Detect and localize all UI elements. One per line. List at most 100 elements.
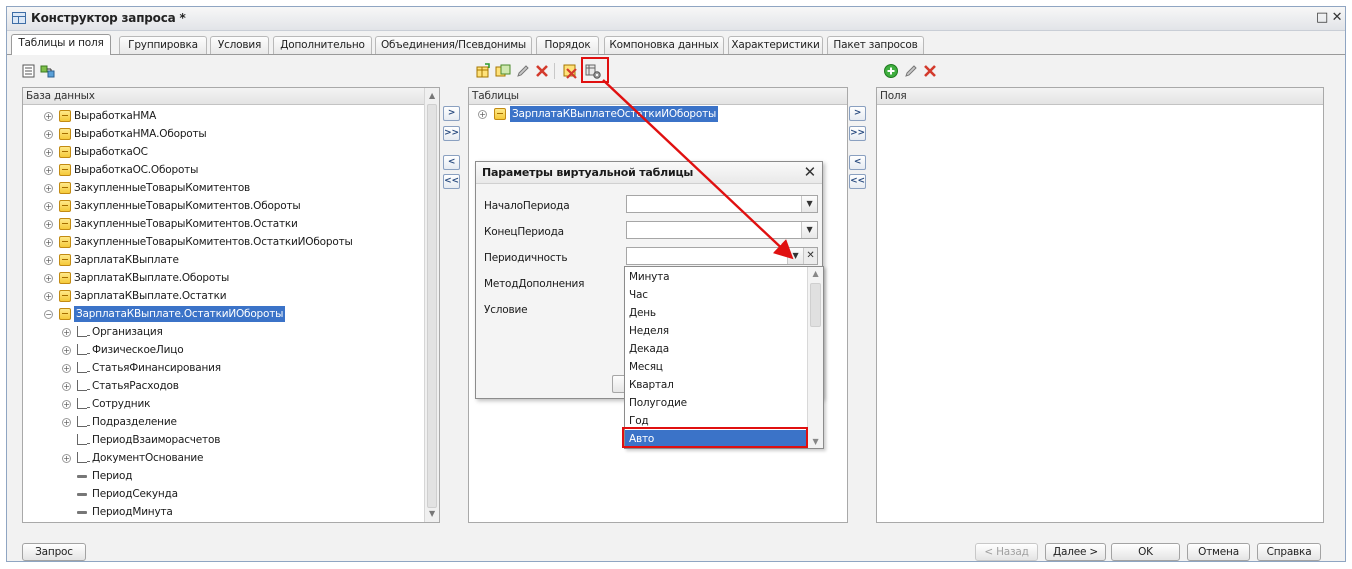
dropdown-option[interactable]: Полугодие [625, 394, 808, 412]
expand-icon[interactable]: + [62, 382, 71, 391]
table-row[interactable]: + ВыработкаНМА.Обороты [23, 125, 423, 143]
table-row[interactable]: + ЗакупленныеТоварыКомитентов.ОстаткиИОбо… [23, 233, 423, 251]
field-row[interactable]: + СтатьяРасходов [23, 377, 423, 395]
query-button[interactable]: Запрос [22, 543, 86, 561]
scroll-down-arrow[interactable]: ▼ [808, 437, 823, 446]
table-row[interactable]: + ЗакупленныеТоварыКомитентов [23, 179, 423, 197]
delete-icon[interactable] [534, 63, 550, 79]
dropdown-option[interactable]: Минута [625, 268, 808, 286]
field-row[interactable]: + ДокументОснование [23, 449, 423, 467]
delete-field-icon[interactable] [922, 63, 938, 79]
field-row[interactable]: + Подразделение [23, 413, 423, 431]
tab-tables-and-fields[interactable]: Таблицы и поля [11, 34, 111, 55]
scroll-down-arrow[interactable]: ▼ [425, 507, 439, 521]
expand-icon[interactable]: + [62, 346, 71, 355]
edit-field-pencil-icon[interactable] [903, 63, 919, 79]
periodicity-input[interactable]: ▼ ✕ [626, 247, 818, 265]
add-field-icon[interactable] [883, 63, 899, 79]
database-panel-scrollbar[interactable]: ▲ ▼ [424, 88, 439, 522]
fields-move-left-button[interactable]: < [849, 155, 866, 170]
tab-data-composition[interactable]: Компоновка данных [604, 36, 724, 54]
table-row[interactable]: + ЗарплатаКВыплате.Обороты [23, 269, 423, 287]
tab-query-batch[interactable]: Пакет запросов [827, 36, 924, 54]
table-row[interactable]: + ЗарплатаКВыплате [23, 251, 423, 269]
tab-unions-aliases[interactable]: Объединения/Псевдонимы [375, 36, 532, 54]
dialog-close-icon[interactable]: ✕ [804, 163, 817, 181]
table-row[interactable]: + ВыработкаНМА [23, 107, 423, 125]
collapse-icon[interactable]: − [44, 310, 53, 319]
tab-conditions[interactable]: Условия [210, 36, 269, 54]
expand-icon[interactable]: + [44, 112, 53, 121]
fields-move-all-right-button[interactable]: >> [849, 126, 866, 141]
refresh-tree-icon[interactable] [40, 63, 56, 79]
dropdown-option[interactable]: Год [625, 412, 808, 430]
move-right-button[interactable]: > [443, 106, 460, 121]
expand-icon[interactable]: + [44, 130, 53, 139]
dropdown-option[interactable]: Квартал [625, 376, 808, 394]
clear-icon[interactable]: ✕ [803, 248, 817, 264]
field-row[interactable]: + Организация [23, 323, 423, 341]
field-row[interactable]: Период [23, 467, 423, 485]
expand-icon[interactable]: + [44, 166, 53, 175]
field-row[interactable]: + ФизическоеЛицо [23, 341, 423, 359]
dropdown-option[interactable]: Месяц [625, 358, 808, 376]
expand-icon[interactable]: + [44, 148, 53, 157]
dropdown-option[interactable]: День [625, 304, 808, 322]
help-button[interactable]: Справка [1257, 543, 1321, 561]
dropdown-arrow-icon[interactable]: ▼ [801, 196, 817, 212]
maximize-button[interactable]: □ [1314, 10, 1330, 26]
edit-pencil-icon[interactable] [515, 63, 531, 79]
scroll-up-arrow[interactable]: ▲ [808, 269, 823, 278]
tab-characteristics[interactable]: Характеристики [728, 36, 823, 54]
field-row[interactable]: ПериодВзаиморасчетов [23, 431, 423, 449]
move-all-right-button[interactable]: >> [443, 126, 460, 141]
next-button[interactable]: Далее > [1045, 543, 1106, 561]
expand-icon[interactable]: + [62, 418, 71, 427]
field-row[interactable]: ПериодСекунда [23, 485, 423, 503]
dropdown-option[interactable]: Декада [625, 340, 808, 358]
expand-icon[interactable]: + [44, 256, 53, 265]
table-row[interactable]: + ЗакупленныеТоварыКомитентов.Обороты [23, 197, 423, 215]
move-left-button[interactable]: < [443, 155, 460, 170]
scroll-thumb[interactable] [810, 283, 821, 327]
back-button[interactable]: < Назад [975, 543, 1038, 561]
dropdown-arrow-icon[interactable]: ▼ [801, 222, 817, 238]
cancel-button[interactable]: Отмена [1187, 543, 1250, 561]
add-table-icon[interactable] [475, 63, 491, 79]
table-row[interactable]: − ЗарплатаКВыплате.ОстаткиИОбороты [23, 305, 423, 323]
expand-icon[interactable]: + [478, 110, 487, 119]
expand-icon[interactable]: + [62, 364, 71, 373]
scroll-up-arrow[interactable]: ▲ [425, 89, 439, 103]
table-row[interactable]: + ЗарплатаКВыплатеОстаткиИОбороты [469, 105, 829, 123]
expand-icon[interactable]: + [44, 202, 53, 211]
fields-move-all-left-button[interactable]: << [849, 174, 866, 189]
field-row[interactable]: ПериодМинута [23, 503, 423, 521]
dropdown-option[interactable]: Час [625, 286, 808, 304]
expand-icon[interactable]: + [62, 454, 71, 463]
tab-grouping[interactable]: Группировка [119, 36, 207, 54]
virtual-table-params-icon[interactable] [585, 63, 601, 79]
field-row[interactable]: + Сотрудник [23, 395, 423, 413]
dropdown-option[interactable]: Авто [625, 430, 808, 448]
expand-icon[interactable]: + [62, 328, 71, 337]
table-row[interactable]: + ВыработкаОС.Обороты [23, 161, 423, 179]
tab-advanced[interactable]: Дополнительно [273, 36, 372, 54]
expand-icon[interactable]: + [44, 184, 53, 193]
expand-icon[interactable]: + [44, 238, 53, 247]
period-start-input[interactable]: ▼ [626, 195, 818, 213]
expand-icon[interactable]: + [44, 292, 53, 301]
close-window-button[interactable]: ✕ [1329, 10, 1345, 26]
table-row[interactable]: + ЗарплатаКВыплате.Остатки [23, 287, 423, 305]
table-row[interactable]: + ЗакупленныеТоварыКомитентов.Остатки [23, 215, 423, 233]
dropdown-arrow-icon[interactable]: ▼ [787, 248, 803, 264]
fields-move-right-button[interactable]: > [849, 106, 866, 121]
copy-table-icon[interactable] [495, 63, 511, 79]
ok-button[interactable]: OK [1111, 543, 1180, 561]
delete-all-tables-icon[interactable] [562, 63, 578, 79]
expand-icon[interactable]: + [44, 274, 53, 283]
tab-order[interactable]: Порядок [536, 36, 599, 54]
expand-icon[interactable]: + [62, 400, 71, 409]
list-view-icon[interactable] [21, 63, 37, 79]
expand-icon[interactable]: + [44, 220, 53, 229]
field-row[interactable]: + СтатьяФинансирования [23, 359, 423, 377]
